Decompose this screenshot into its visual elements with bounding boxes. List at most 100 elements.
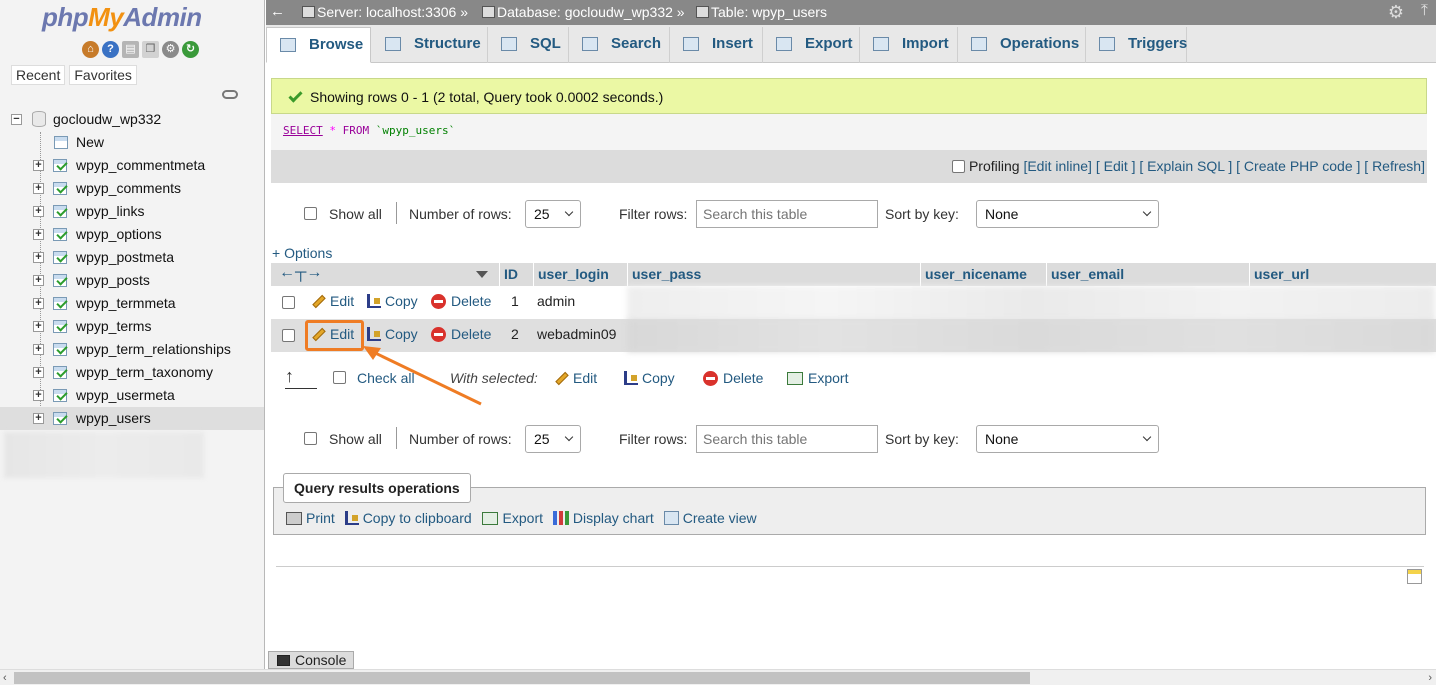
console-tab[interactable]: Console [268, 651, 354, 669]
cell-id[interactable]: 2 [511, 319, 519, 350]
column-header-user-login[interactable]: user_login [533, 263, 627, 286]
filter-rows-input[interactable]: Search this table [696, 200, 878, 228]
show-all-checkbox[interactable] [304, 432, 317, 445]
docs-icon[interactable]: ▤ [122, 41, 139, 58]
recent-tab[interactable]: Recent [11, 65, 66, 85]
expand-icon[interactable]: + [33, 183, 44, 194]
tree-table-item[interactable]: + wpyp_options [0, 223, 264, 246]
expand-icon[interactable]: + [33, 206, 44, 217]
table-name[interactable]: wpyp_users [76, 407, 151, 430]
table-name[interactable]: wpyp_options [76, 223, 162, 246]
profiling-checkbox[interactable] [952, 160, 966, 173]
expand-icon[interactable]: + [33, 413, 44, 424]
tree-table-item[interactable]: + wpyp_postmeta [0, 246, 264, 269]
expand-icon[interactable]: + [33, 390, 44, 401]
tree-table-item[interactable]: + wpyp_comments [0, 177, 264, 200]
collapse-icon[interactable]: − [11, 114, 22, 125]
row-checkbox[interactable] [282, 329, 295, 342]
sort-by-key-select[interactable]: None [976, 425, 1159, 453]
table-name[interactable]: wpyp_posts [76, 269, 150, 292]
edit-row-link[interactable]: Edit [312, 286, 354, 317]
tree-database[interactable]: − gocloudw_wp332 [0, 108, 264, 131]
home-icon[interactable]: ⌂ [82, 41, 99, 58]
column-header-user-pass[interactable]: user_pass [627, 263, 920, 286]
sort-caret-icon[interactable] [476, 271, 488, 278]
reload-icon[interactable]: ↻ [182, 41, 199, 58]
breadcrumb-database[interactable]: Database: gocloudw_wp332 » [482, 0, 685, 24]
tree-table-item[interactable]: + wpyp_commentmeta [0, 154, 264, 177]
breadcrumb-server[interactable]: Server: localhost:3306 » [302, 0, 468, 24]
console-label[interactable]: Console [295, 652, 346, 668]
edit-inline-link[interactable]: [Edit inline] [1023, 158, 1091, 174]
refresh-link[interactable]: [ Refresh] [1364, 158, 1425, 174]
check-all-label[interactable]: Check all [357, 366, 415, 390]
print-link[interactable]: Print [286, 510, 335, 526]
create-php-code-link[interactable]: [ Create PHP code ] [1236, 158, 1360, 174]
tab-structure[interactable]: Structure [372, 27, 488, 63]
table-name[interactable]: wpyp_terms [76, 315, 151, 338]
settings-gear-icon[interactable]: ⚙ [1388, 0, 1404, 24]
table-name[interactable]: wpyp_postmeta [76, 246, 174, 269]
favorites-tab[interactable]: Favorites [69, 65, 137, 85]
tree-table-item[interactable]: + wpyp_termmeta [0, 292, 264, 315]
sort-by-key-select[interactable]: None [976, 200, 1159, 228]
table-name[interactable]: wpyp_term_relationships [76, 338, 231, 361]
display-chart-link[interactable]: Display chart [552, 510, 654, 526]
scroll-left-arrow[interactable]: ‹ [3, 670, 7, 686]
table-name[interactable]: wpyp_usermeta [76, 384, 175, 407]
horizontal-scrollbar[interactable]: ‹ › [0, 669, 1436, 685]
table-name[interactable]: wpyp_term_taxonomy [76, 361, 213, 384]
collapse-nav-arrow[interactable]: ← [270, 0, 285, 24]
tree-table-item[interactable]: + wpyp_posts [0, 269, 264, 292]
settings-icon[interactable]: ⚙ [162, 41, 179, 58]
expand-icon[interactable]: + [33, 367, 44, 378]
sql-select-keyword[interactable]: SELECT [283, 124, 323, 137]
create-view-link[interactable]: Create view [663, 510, 757, 526]
options-link[interactable]: + Options [272, 245, 332, 261]
tree-table-item[interactable]: + wpyp_usermeta [0, 384, 264, 407]
copy-to-clipboard-link[interactable]: Copy to clipboard [344, 510, 472, 526]
tree-table-item[interactable]: + wpyp_links [0, 200, 264, 223]
tab-search[interactable]: Search [569, 27, 670, 63]
bulk-copy-button[interactable]: Copy [624, 366, 675, 390]
column-header-id[interactable]: ID [499, 263, 533, 286]
bulk-delete-button[interactable]: Delete [703, 366, 763, 390]
expand-icon[interactable]: + [33, 160, 44, 171]
explain-sql-link[interactable]: [ Explain SQL ] [1139, 158, 1232, 174]
table-name[interactable]: wpyp_commentmeta [76, 154, 205, 177]
check-all-checkbox[interactable] [333, 371, 346, 384]
column-header-user-email[interactable]: user_email [1046, 263, 1249, 286]
tree-table-item-selected[interactable]: + wpyp_users [0, 407, 264, 430]
scrollbar-thumb[interactable] [14, 672, 1030, 684]
bulk-export-button[interactable]: Export [787, 366, 848, 390]
tab-export[interactable]: Export [763, 27, 860, 63]
cell-user-login[interactable]: webadmin09 [537, 319, 616, 350]
copy-icon[interactable]: ❐ [142, 41, 159, 58]
cell-user-login[interactable]: admin [537, 286, 575, 317]
expand-icon[interactable]: + [33, 229, 44, 240]
expand-icon[interactable]: + [33, 298, 44, 309]
table-name[interactable]: wpyp_links [76, 200, 144, 223]
expand-icon[interactable]: + [33, 275, 44, 286]
collapse-top-icon[interactable]: ⤒ [1421, 0, 1428, 23]
row-checkbox[interactable] [282, 296, 295, 309]
column-header-user-url[interactable]: user_url [1249, 263, 1436, 286]
expand-icon[interactable]: + [33, 321, 44, 332]
column-header-user-nicename[interactable]: user_nicename [920, 263, 1046, 286]
phpmyadmin-logo[interactable]: phpMyAdmin [42, 2, 202, 33]
delete-row-link[interactable]: Delete [431, 286, 491, 317]
copy-row-link[interactable]: Copy [367, 286, 418, 317]
tab-operations[interactable]: Operations [958, 27, 1086, 63]
table-name[interactable]: wpyp_comments [76, 177, 181, 200]
cell-id[interactable]: 1 [511, 286, 519, 317]
tree-new[interactable]: New [0, 131, 264, 154]
scroll-right-arrow[interactable]: › [1428, 670, 1432, 686]
tree-table-item[interactable]: + wpyp_terms [0, 315, 264, 338]
tree-table-item[interactable]: + wpyp_term_taxonomy [0, 361, 264, 384]
tab-triggers[interactable]: Triggers [1086, 27, 1187, 63]
export-link[interactable]: Export [481, 510, 543, 526]
help-icon[interactable]: ? [102, 41, 119, 58]
new-label[interactable]: New [76, 131, 104, 154]
filter-rows-input[interactable]: Search this table [696, 425, 878, 453]
bookmark-note-icon[interactable] [1407, 569, 1422, 584]
